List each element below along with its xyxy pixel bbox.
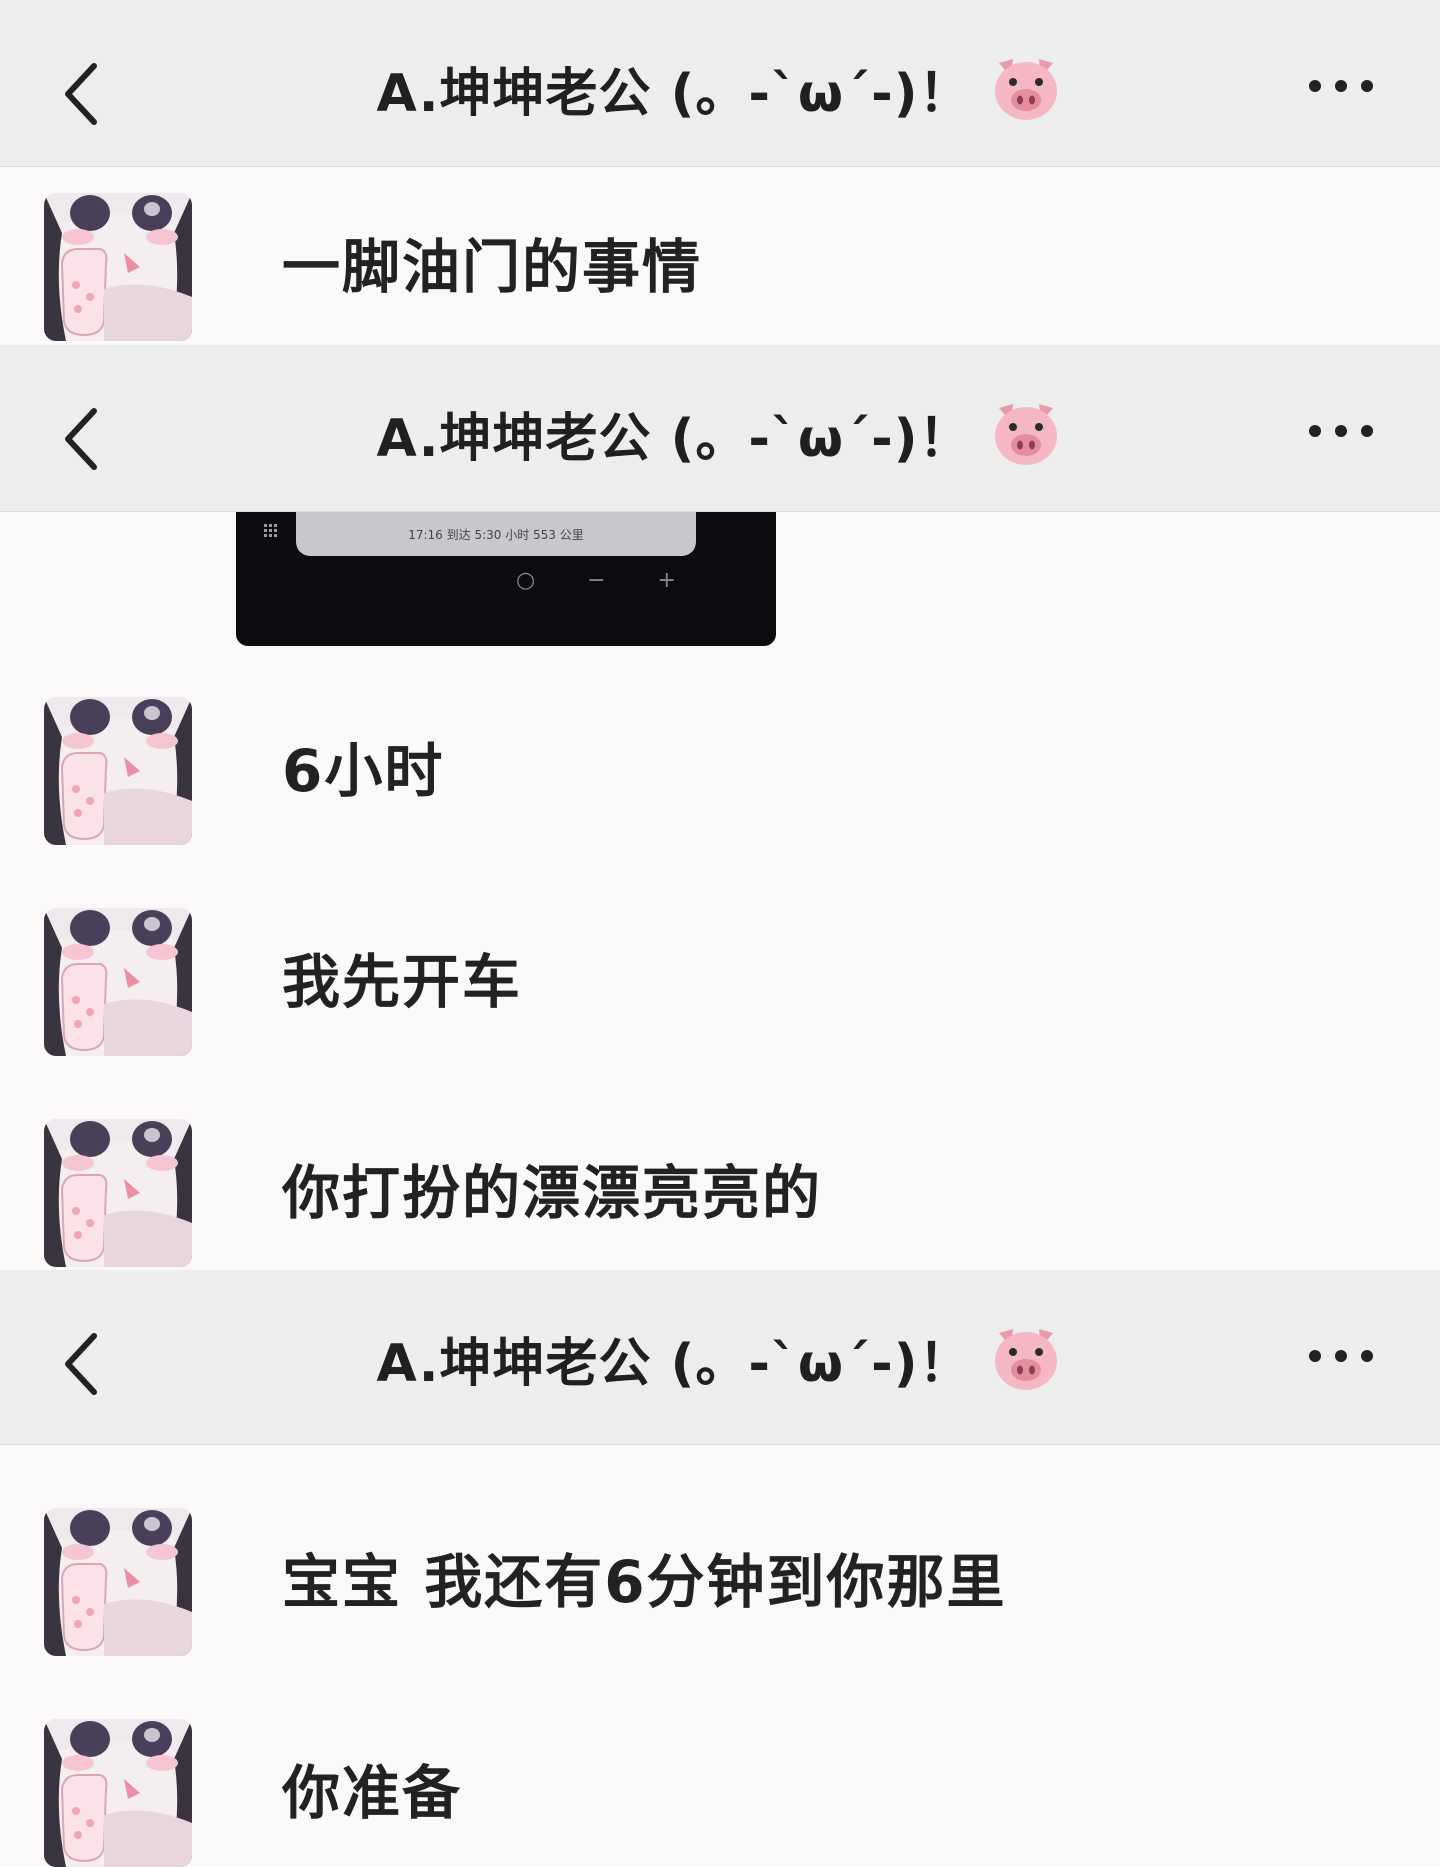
more-button[interactable]: [1296, 58, 1386, 114]
pig-face-icon: [995, 59, 1058, 120]
nav-bar: A.坤坤老公 (。-`ω´-)！: [0, 0, 1440, 167]
chevron-left-icon: [65, 408, 97, 470]
anime-girl-avatar-icon: [44, 697, 192, 845]
image-control: +: [657, 568, 676, 593]
avatar[interactable]: [44, 1508, 192, 1656]
chat-panel-1: A.坤坤老公 (。-`ω´-)！ 一脚油门的事情: [0, 0, 1440, 345]
message-row: 宝宝 我还有6分钟到你那里: [0, 1508, 1440, 1656]
more-dots-icon: [1309, 1350, 1373, 1362]
more-dots-icon: [1309, 425, 1373, 437]
anime-girl-avatar-icon: [44, 908, 192, 1056]
nav-bar: A.坤坤老公 (。-`ω´-)！: [0, 1270, 1440, 1445]
pig-face-icon: [995, 404, 1058, 465]
chat-title-text: A.坤坤老公 (。-`ω´-)！: [376, 63, 972, 124]
avatar[interactable]: [44, 697, 192, 845]
message-text: 你打扮的漂漂亮亮的: [282, 1159, 823, 1227]
message-row: 一脚油门的事情: [0, 193, 1440, 341]
image-control: −: [587, 568, 606, 593]
avatar[interactable]: [44, 193, 192, 341]
anime-girl-avatar-icon: [44, 1119, 192, 1267]
chevron-left-icon: [65, 63, 97, 125]
anime-girl-avatar-icon: [44, 1719, 192, 1867]
avatar[interactable]: [44, 908, 192, 1056]
image-navigation-bar: 17:16 到达 5:30 小时 553 公里: [296, 512, 696, 556]
message-row: 6小时: [0, 697, 1440, 845]
chat-panel-3: A.坤坤老公 (。-`ω´-)！ 宝宝 我还有6分钟到你那里 你准备: [0, 1270, 1440, 1867]
nav-bar: A.坤坤老公 (。-`ω´-)！: [0, 345, 1440, 512]
avatar[interactable]: [44, 1719, 192, 1867]
back-button[interactable]: [48, 389, 118, 477]
more-dots-icon: [1309, 80, 1373, 92]
message-row: 我先开车: [0, 908, 1440, 1056]
chat-title: A.坤坤老公 (。-`ω´-)！: [200, 38, 1240, 138]
more-button[interactable]: [1296, 1328, 1386, 1384]
message-text: 6小时: [282, 737, 445, 805]
image-control: ○: [516, 568, 536, 593]
message-row: 你打扮的漂漂亮亮的: [0, 1119, 1440, 1267]
anime-girl-avatar-icon: [44, 193, 192, 341]
avatar[interactable]: [44, 1119, 192, 1267]
message-text: 我先开车: [282, 948, 523, 1016]
message-text: 宝宝 我还有6分钟到你那里: [282, 1548, 1007, 1616]
image-controls: ○ − +: [516, 568, 676, 598]
chevron-left-icon: [65, 1333, 97, 1395]
chat-title-text: A.坤坤老公 (。-`ω´-)！: [376, 1333, 972, 1394]
chat-title: A.坤坤老公 (。-`ω´-)！: [200, 1308, 1240, 1408]
message-text: 你准备: [282, 1759, 463, 1827]
back-button[interactable]: [48, 44, 118, 132]
pig-face-icon: [995, 1329, 1058, 1390]
chat-panel-2: A.坤坤老公 (。-`ω´-)！ 17:16 到达 5:30 小时 553 公里…: [0, 345, 1440, 1270]
shared-image-car-dashboard[interactable]: 17:16 到达 5:30 小时 553 公里 ○ − +: [236, 512, 776, 646]
message-row: 你准备: [0, 1719, 1440, 1867]
more-button[interactable]: [1296, 403, 1386, 459]
grid-icon: [264, 524, 277, 537]
anime-girl-avatar-icon: [44, 1508, 192, 1656]
back-button[interactable]: [48, 1314, 118, 1402]
message-text: 一脚油门的事情: [282, 233, 703, 301]
chat-title-text: A.坤坤老公 (。-`ω´-)！: [376, 408, 972, 469]
chat-title: A.坤坤老公 (。-`ω´-)！: [200, 383, 1240, 483]
